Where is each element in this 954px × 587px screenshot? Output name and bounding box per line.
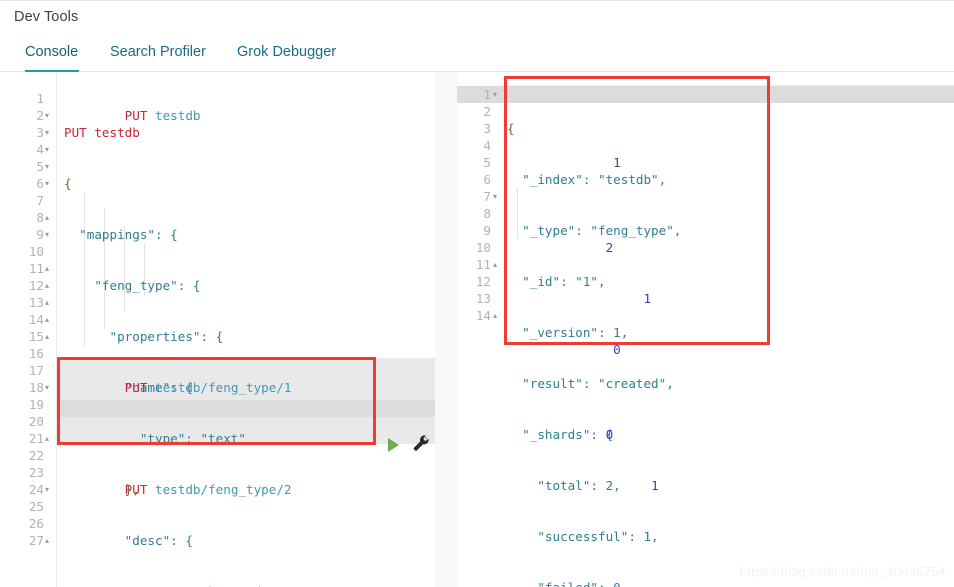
editor-fold-markers[interactable]: ▾ ▾ ▾ ▾ ▾ ▴ ▾ ▴ ▴ ▴ ▴ ▴ ▾ ▴ ▾ ▴ — [45, 90, 55, 549]
method-overlay-3: PUT testdb/feng_type/2 — [64, 464, 292, 515]
gutter-divider — [56, 72, 57, 587]
code-line: "feng_type": { — [64, 278, 201, 293]
console-body: 1 2 3 4 5 6 7 8 9 10 11 12 13 14 15 16 1… — [0, 72, 954, 587]
tab-console[interactable]: Console — [25, 40, 78, 72]
play-icon[interactable] — [388, 438, 399, 452]
http-method: PUT — [124, 482, 148, 497]
value-number: 0 — [613, 342, 621, 357]
response-viewer[interactable]: 1 2 3 4 5 6 7 8 9 10 11 12 13 14 ▾ ▾ ▴ ▴… — [457, 72, 954, 587]
page-title: Dev Tools — [14, 9, 79, 25]
code-line: "type": "keyword" — [64, 583, 269, 587]
window-top-divider — [0, 0, 954, 1]
tabbar: Console Search Profiler Grok Debugger — [0, 40, 954, 72]
value-number: 0 — [605, 427, 614, 442]
output-line: "failed": 0 — [507, 579, 681, 587]
tab-search-profiler[interactable]: Search Profiler — [110, 40, 206, 72]
http-method: PUT — [124, 380, 148, 395]
code-line: "mappings": { — [64, 227, 178, 242]
code-line: "properties": { — [64, 329, 224, 344]
wrench-icon[interactable] — [412, 434, 430, 452]
value-number: 2 — [605, 240, 614, 255]
editor-line-numbers: 1 2 3 4 5 6 7 8 9 10 11 12 13 14 15 16 1… — [28, 91, 44, 548]
watermark: https://blog.csdn.net/qq_40036754 — [739, 564, 946, 579]
output-fold-markers[interactable]: ▾ ▾ ▴ ▴ — [493, 86, 503, 324]
request-path: testdb — [155, 108, 201, 123]
output-line-numbers: 1 2 3 4 5 6 7 8 9 10 11 12 13 14 — [475, 87, 491, 323]
value-number: 1 — [651, 478, 659, 493]
method-overlay-1: PUT testdb — [64, 90, 201, 141]
code-line: "desc": { — [64, 533, 193, 548]
pane-splitter[interactable] — [435, 72, 881, 587]
request-editor[interactable]: 1 2 3 4 5 6 7 8 9 10 11 12 13 14 15 16 1… — [0, 72, 444, 587]
number-overlays: "_version": 1, "total": 2, "successful":… — [507, 86, 659, 562]
dev-tools-window: Dev Tools Console Search Profiler Grok D… — [0, 0, 954, 587]
code-line: "type": "text" — [64, 431, 246, 446]
method-overlay-2: PUT testdb/feng_type/1 — [64, 362, 292, 413]
request-path: testdb/feng_type/2 — [155, 482, 292, 497]
value-number: 1 — [613, 155, 621, 170]
tab-grok-debugger[interactable]: Grok Debugger — [237, 40, 336, 72]
code-line: { — [64, 176, 72, 191]
request-path: testdb/feng_type/1 — [155, 380, 292, 395]
http-method: PUT — [124, 108, 148, 123]
value-number: 1 — [643, 291, 652, 306]
